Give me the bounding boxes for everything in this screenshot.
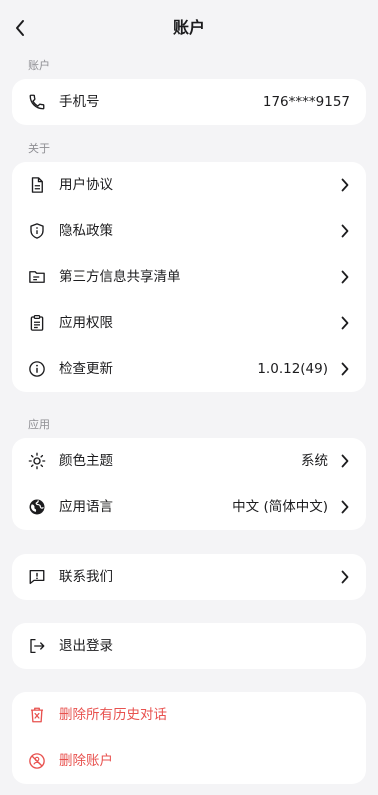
contact-us-row[interactable]: 联系我们 [12, 554, 366, 600]
shield-info-icon [28, 222, 46, 240]
section-label-account: 账户 [28, 59, 50, 72]
phone-value: 176****9157 [262, 94, 350, 110]
color-theme-label: 颜色主题 [59, 453, 113, 469]
chevron-right-icon [340, 362, 350, 376]
folder-list-icon [28, 268, 46, 286]
clipboard-icon [28, 314, 46, 332]
document-icon [28, 176, 46, 194]
logout-icon [28, 637, 46, 655]
chevron-right-icon [340, 500, 350, 514]
app-language-label: 应用语言 [59, 499, 113, 515]
version-value: 1.0.12(49) [257, 361, 328, 377]
app-card: 颜色主题 系统 应用语言 中文 (简体中文) [12, 438, 366, 530]
check-update-label: 检查更新 [59, 361, 113, 377]
user-agreement-label: 用户协议 [59, 177, 113, 193]
message-alert-icon [28, 568, 46, 586]
app-permissions-label: 应用权限 [59, 315, 113, 331]
app-permissions-row[interactable]: 应用权限 [12, 300, 366, 346]
chevron-right-icon [340, 570, 350, 584]
contact-us-label: 联系我们 [59, 569, 113, 585]
phone-row[interactable]: 手机号 176****9157 [12, 79, 366, 125]
phone-icon [28, 93, 46, 111]
delete-history-label: 删除所有历史对话 [59, 707, 167, 723]
third-party-sharing-label: 第三方信息共享清单 [59, 269, 181, 285]
sun-icon [28, 452, 46, 470]
third-party-sharing-row[interactable]: 第三方信息共享清单 [12, 254, 366, 300]
contact-card: 联系我们 [12, 554, 366, 600]
check-update-row[interactable]: 检查更新 1.0.12(49) [12, 346, 366, 392]
privacy-policy-row[interactable]: 隐私政策 [12, 208, 366, 254]
logout-label: 退出登录 [59, 638, 113, 654]
account-card: 手机号 176****9157 [12, 79, 366, 125]
app-language-value: 中文 (简体中文) [232, 499, 328, 515]
info-icon [28, 360, 46, 378]
chevron-right-icon [340, 270, 350, 284]
color-theme-value: 系统 [301, 453, 328, 469]
privacy-policy-label: 隐私政策 [59, 223, 113, 239]
chevron-right-icon [340, 224, 350, 238]
logout-card: 退出登录 [12, 623, 366, 669]
user-agreement-row[interactable]: 用户协议 [12, 162, 366, 208]
section-label-about: 关于 [28, 142, 50, 155]
top-bar: 账户 [0, 0, 378, 56]
delete-account-row[interactable]: 删除账户 [12, 738, 366, 784]
chevron-right-icon [340, 178, 350, 192]
about-card: 用户协议 隐私政策 第三方信息共享清单 应用权限 检查更新 1.0.12(49) [12, 162, 366, 392]
section-label-app: 应用 [28, 418, 50, 431]
chevron-right-icon [340, 316, 350, 330]
delete-history-row[interactable]: 删除所有历史对话 [12, 692, 366, 738]
chevron-right-icon [340, 454, 350, 468]
app-language-row[interactable]: 应用语言 中文 (简体中文) [12, 484, 366, 530]
globe-icon [28, 498, 46, 516]
color-theme-row[interactable]: 颜色主题 系统 [12, 438, 366, 484]
delete-account-label: 删除账户 [59, 753, 113, 769]
trash-icon [28, 706, 46, 724]
page-title: 账户 [172, 18, 205, 37]
danger-card: 删除所有历史对话 删除账户 [12, 692, 366, 784]
logout-row[interactable]: 退出登录 [12, 623, 366, 669]
phone-label: 手机号 [59, 94, 100, 110]
no-account-icon [28, 752, 46, 770]
